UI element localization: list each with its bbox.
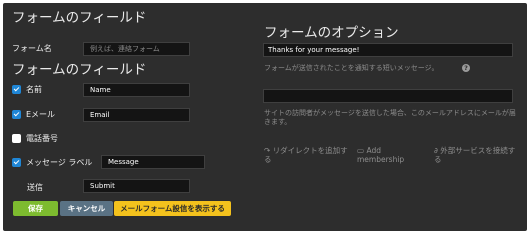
add-membership-option[interactable]: ▭ Add membership	[357, 146, 427, 164]
email-checkbox[interactable]	[12, 110, 21, 119]
help-icon[interactable]: ?	[462, 64, 470, 72]
form-name-label: フォーム名	[12, 44, 52, 53]
message-checkbox[interactable]	[12, 158, 21, 167]
add-membership-label: Add membership	[357, 146, 405, 164]
form-fields-heading: フォームのフィールド	[12, 10, 147, 26]
email-field-label: Eメール	[26, 110, 56, 119]
submit-label-input[interactable]: Submit	[83, 179, 190, 193]
form-settings-panel: フォームのフィールド フォーム名 例えば、連絡フォーム フォームのフィールド 名…	[3, 3, 527, 231]
redirect-icon: ↷	[264, 146, 271, 155]
membership-icon: ▭	[357, 146, 365, 155]
message-label-input[interactable]: Message	[101, 155, 205, 169]
form-fields-subheading: フォームのフィールド	[12, 62, 147, 78]
save-button[interactable]: 保存	[13, 201, 58, 216]
success-message-hint: フォームが送信されたことを通知する短いメッセージ。	[264, 64, 439, 72]
cancel-button[interactable]: キャンセル	[60, 201, 113, 216]
connect-external-service-label: 外部サービスを接続する	[434, 146, 516, 164]
add-redirect-option[interactable]: ↷ リダイレクトを追加する	[264, 146, 352, 164]
name-checkbox[interactable]	[12, 85, 21, 94]
add-redirect-label: リダイレクトを追加する	[264, 146, 348, 164]
show-mail-form-button[interactable]: メールフォーム設信を表示する	[114, 201, 231, 216]
message-field-label: メッセージ ラベル	[26, 158, 93, 167]
connect-external-service-option[interactable]: ∂ 外部サービスを接続する	[434, 146, 522, 164]
success-message-input[interactable]: Thanks for your message!	[263, 43, 513, 57]
submit-label: 送信	[27, 183, 43, 192]
notification-email-hint: サイトの訪問者がメッセージを送信した場合、このメールアドレスにメールが届きます。	[264, 109, 516, 126]
phone-field-label: 電話番号	[26, 134, 58, 143]
email-label-input[interactable]: Email	[83, 108, 190, 122]
form-options-heading: フォームのオプション	[264, 25, 399, 41]
name-label-input[interactable]: Name	[83, 83, 190, 97]
link-icon: ∂	[434, 146, 438, 155]
name-field-label: 名前	[26, 85, 42, 94]
form-name-input[interactable]: 例えば、連絡フォーム	[83, 42, 190, 56]
phone-checkbox[interactable]	[12, 134, 21, 143]
notification-email-input[interactable]	[263, 89, 513, 103]
